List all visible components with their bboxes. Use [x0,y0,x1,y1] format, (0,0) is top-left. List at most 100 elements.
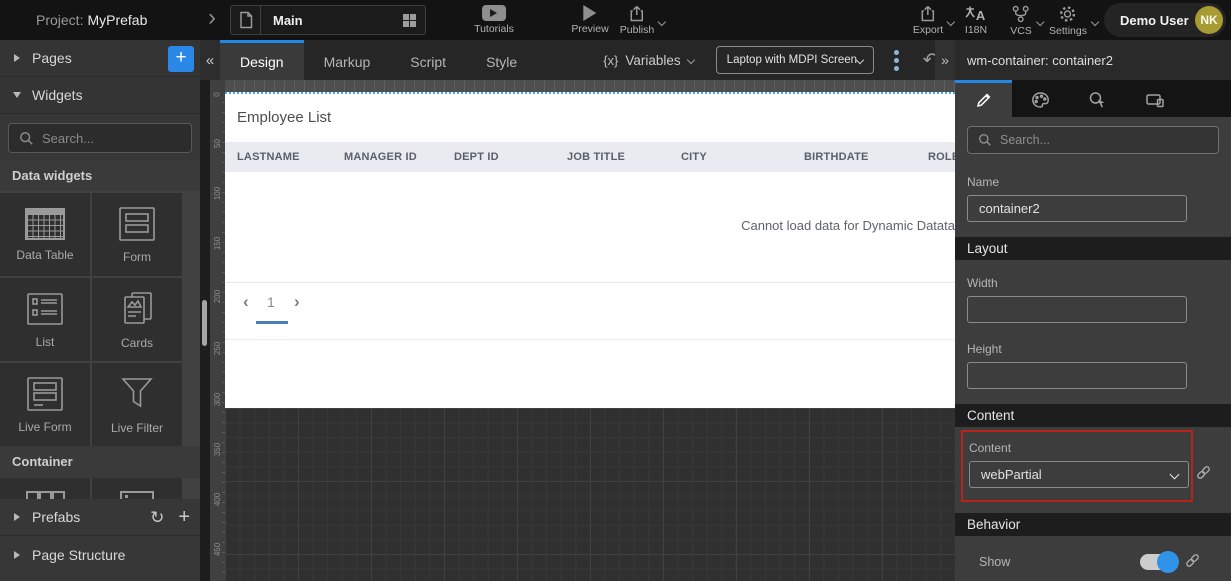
settings-caret-icon [1091,18,1099,26]
section-behavior: Behavior [955,513,1231,536]
name-field[interactable] [967,195,1187,222]
device-selector[interactable]: Laptop with MDPI Screen [716,46,874,74]
publish-button[interactable]: Publish [620,5,654,36]
sidebar-scroll-track[interactable] [200,80,210,581]
show-bind-link-icon[interactable] [1184,552,1201,569]
tab-events[interactable] [1069,80,1126,117]
chevron-right-icon [14,54,20,62]
datatable-body: Cannot load data for Dynamic Datata [225,172,955,282]
column-header[interactable]: JOB TITLE [555,151,669,163]
column-header[interactable]: MANAGER ID [332,151,442,163]
pages-grid-icon[interactable] [403,14,416,27]
design-canvas-page[interactable]: Employee List LASTNAME MANAGER ID DEPT I… [225,92,955,408]
widget-search[interactable] [8,123,192,153]
column-header[interactable]: LASTNAME [225,151,332,163]
height-label: Height [967,342,1231,356]
width-label: Width [967,276,1231,290]
top-bar: Project:MyPrefab › Main Tutorials Previe… [0,0,1231,40]
svg-text:A: A [976,8,986,22]
widget-tile-data-table[interactable]: Data Table [0,193,90,276]
sidebar-section-widgets[interactable]: Widgets [0,77,200,114]
section-layout: Layout [955,237,1231,260]
canvas-toolbar: Design Markup Script Style {x} Variables… [220,40,955,80]
datatable-pagination: ‹ 1 › [225,282,955,340]
variables-button[interactable]: {x} Variables [603,53,693,68]
widget-tile-clipped-1[interactable] [0,478,90,499]
tab-script[interactable]: Script [390,40,466,80]
widget-tile-form[interactable]: Form [92,193,182,276]
search-icon [978,133,992,147]
properties-search[interactable] [967,126,1219,154]
widget-search-input[interactable] [42,131,172,146]
vcs-button[interactable]: VCS [1010,5,1032,37]
vcs-caret-icon [1036,18,1044,26]
sidebar-scroll-thumb[interactable] [202,300,207,346]
tab-properties[interactable] [955,80,1012,117]
tutorials-button[interactable]: Tutorials [474,5,514,35]
select-cursor-icon [1088,91,1107,109]
widget-tile-live-form[interactable]: Live Form [0,363,90,446]
page-tab-main[interactable]: Main [230,5,426,35]
tab-devices[interactable] [1126,80,1183,117]
horizontal-ruler [225,80,955,92]
column-header[interactable]: DEPT ID [442,151,555,163]
widget-tile-live-filter[interactable]: Live Filter [92,363,182,446]
page-doc-icon [231,6,261,34]
selected-widget-title: wm-container: container2 [955,40,1231,80]
column-header[interactable]: BIRTHDATE [792,151,916,163]
collapse-sidebar-button[interactable]: « [206,52,214,69]
more-options-kebab-icon[interactable] [894,50,899,71]
sidebar-section-pages[interactable]: Pages + [0,40,200,77]
column-header[interactable]: ROLE [916,151,955,163]
widget-tile-cards[interactable]: Cards [92,278,182,361]
palette-icon [1031,91,1050,109]
group-label-data-widgets: Data widgets [0,161,200,191]
width-field[interactable] [967,296,1187,323]
properties-panel: wm-container: container2 Name Layout Wid… [955,40,1231,581]
refresh-icon[interactable]: ↻ [150,508,164,528]
i18n-button[interactable]: A I18N [965,5,987,36]
widget-tile-clipped-2[interactable] [92,478,182,499]
breadcrumb-chevron-icon[interactable]: › [208,4,216,32]
search-icon [19,131,34,146]
settings-button[interactable]: Settings [1049,5,1087,37]
tab-style[interactable]: Style [466,40,537,80]
publish-caret-icon [658,18,666,26]
pagination-active-underline [256,321,288,324]
preview-button[interactable]: Preview [571,5,608,35]
project-label: Project:MyPrefab [36,12,147,28]
container-tiles-clipped [0,478,200,499]
add-page-button[interactable]: + [168,46,194,72]
show-property-row: Show [955,551,1231,573]
play-icon [583,5,596,21]
pagination-current-page[interactable]: 1 [267,294,275,310]
tab-styles[interactable] [1012,80,1069,117]
canvas-grid-area[interactable] [225,408,955,581]
add-prefab-button[interactable]: + [178,506,190,529]
gear-icon [1058,5,1077,23]
tab-design[interactable]: Design [220,40,304,80]
page-tab-label: Main [273,13,403,28]
live-form-icon [24,376,66,412]
widget-tile-list[interactable]: List [0,278,90,361]
group-label-container: Container [0,446,200,478]
show-toggle[interactable] [1140,554,1177,570]
height-field[interactable] [967,362,1187,389]
sidebar-collapse-strip: « [200,40,220,80]
pencil-icon [975,91,993,109]
content-select-value: webPartial [970,467,1171,482]
pagination-prev-icon[interactable]: ‹ [243,292,249,312]
expand-toolbar-button[interactable]: » [941,52,949,68]
properties-search-input[interactable] [1000,133,1190,147]
sidebar-section-page-structure[interactable]: Page Structure [0,536,200,573]
column-header[interactable]: CITY [669,151,792,163]
content-select[interactable]: webPartial [969,461,1189,488]
tab-markup[interactable]: Markup [304,40,391,80]
chevron-right-icon [14,513,20,521]
sidebar-section-prefabs[interactable]: Prefabs ↻ + [0,499,200,536]
user-menu[interactable]: Demo User NK [1104,3,1226,37]
variables-icon: {x} [603,53,618,68]
export-button[interactable]: Export [913,5,943,36]
pagination-next-icon[interactable]: › [294,292,300,312]
content-bind-link-icon[interactable] [1195,464,1212,481]
